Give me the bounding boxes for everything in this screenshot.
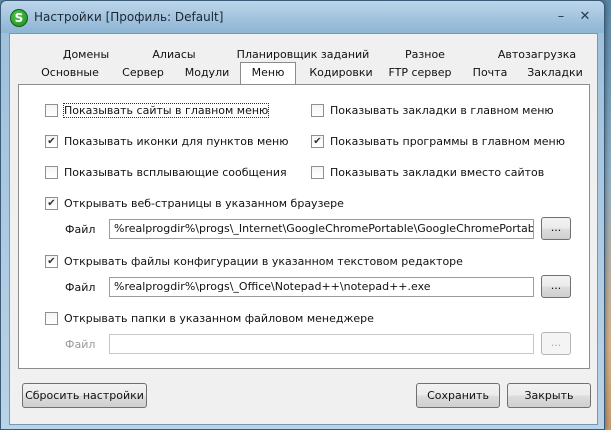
- filemanager-browse-button: ...: [541, 332, 571, 355]
- open-filemanager-checkbox[interactable]: [45, 312, 58, 325]
- reset-settings-button[interactable]: Сбросить настройки: [22, 383, 147, 408]
- open-browser-checkbox[interactable]: [45, 197, 58, 210]
- option-show-icons[interactable]: Показывать иконки для пунктов меню: [45, 135, 288, 148]
- option-open-editor[interactable]: Открывать файлы конфигурации в указанном…: [45, 255, 463, 268]
- show-sites-checkbox[interactable]: [45, 104, 58, 117]
- bookmarks-instead-label: Показывать закладки вместо сайтов: [330, 166, 545, 179]
- tab-domains[interactable]: Домены: [56, 46, 116, 64]
- option-bookmarks-instead[interactable]: Показывать закладки вместо сайтов: [311, 166, 544, 179]
- tab-encodings[interactable]: Кодировки: [303, 64, 379, 82]
- show-bookmarks-label: Показывать закладки в главном меню: [330, 104, 554, 117]
- browser-file-input[interactable]: %realprogdir%\progs\_Internet\GoogleChro…: [109, 219, 534, 239]
- tab-aliases[interactable]: Алиасы: [146, 46, 202, 64]
- settings-window: S Настройки [Профиль: Default] – ✕ Домен…: [0, 0, 605, 430]
- tab-server[interactable]: Сервер: [116, 64, 170, 82]
- close-window-button[interactable]: ✕: [574, 7, 596, 25]
- show-sites-label: Показывать сайты в главном меню: [62, 103, 270, 118]
- title-bar[interactable]: S Настройки [Профиль: Default] – ✕: [1, 1, 604, 33]
- menu-settings-panel: Показывать сайты в главном меню Показыва…: [18, 84, 590, 369]
- tab-bookmarks[interactable]: Закладки: [524, 64, 586, 82]
- tab-mail[interactable]: Почта: [466, 64, 514, 82]
- open-browser-label: Открывать веб-страницы в указанном брауз…: [64, 197, 344, 210]
- dialog-body: Домены Алиасы Планировщик заданий Разное…: [9, 33, 598, 425]
- tab-misc[interactable]: Разное: [400, 46, 450, 64]
- option-show-programs[interactable]: Показывать программы в главном меню: [311, 135, 565, 148]
- show-icons-label: Показывать иконки для пунктов меню: [64, 135, 289, 148]
- show-programs-checkbox[interactable]: [311, 135, 324, 148]
- filemanager-file-label: Файл: [65, 338, 96, 351]
- filemanager-file-input: [109, 334, 534, 354]
- option-open-browser[interactable]: Открывать веб-страницы в указанном брауз…: [45, 197, 344, 210]
- browser-browse-button[interactable]: ...: [541, 217, 571, 240]
- close-button[interactable]: Закрыть: [507, 383, 591, 408]
- tab-ftp-server[interactable]: FTP сервер: [385, 64, 455, 82]
- save-button[interactable]: Сохранить: [416, 383, 500, 408]
- editor-file-label: Файл: [65, 281, 96, 294]
- tab-strip: Домены Алиасы Планировщик заданий Разное…: [18, 44, 590, 84]
- tab-menu[interactable]: Меню: [240, 62, 296, 84]
- minimize-button[interactable]: –: [550, 7, 572, 25]
- open-editor-label: Открывать файлы конфигурации в указанном…: [64, 255, 463, 268]
- tab-modules[interactable]: Модули: [180, 64, 234, 82]
- show-popups-checkbox[interactable]: [45, 166, 58, 179]
- browser-file-label: Файл: [65, 223, 96, 236]
- app-logo-icon: S: [10, 9, 28, 27]
- bookmarks-instead-checkbox[interactable]: [311, 166, 324, 179]
- option-show-bookmarks[interactable]: Показывать закладки в главном меню: [311, 104, 554, 117]
- show-bookmarks-checkbox[interactable]: [311, 104, 324, 117]
- tab-general[interactable]: Основные: [36, 64, 104, 82]
- editor-browse-button[interactable]: ...: [541, 275, 571, 298]
- window-title: Настройки [Профиль: Default]: [34, 10, 224, 24]
- option-show-popups[interactable]: Показывать всплывающие сообщения: [45, 166, 287, 179]
- option-open-filemanager[interactable]: Открывать папки в указанном файловом мен…: [45, 312, 374, 325]
- tab-autostart[interactable]: Автозагрузка: [494, 46, 580, 64]
- open-editor-checkbox[interactable]: [45, 255, 58, 268]
- show-programs-label: Показывать программы в главном меню: [330, 135, 565, 148]
- show-icons-checkbox[interactable]: [45, 135, 58, 148]
- option-show-sites[interactable]: Показывать сайты в главном меню: [45, 103, 270, 118]
- editor-file-input[interactable]: %realprogdir%\progs\_Office\Notepad++\no…: [109, 277, 534, 297]
- open-filemanager-label: Открывать папки в указанном файловом мен…: [64, 312, 374, 325]
- show-popups-label: Показывать всплывающие сообщения: [64, 166, 287, 179]
